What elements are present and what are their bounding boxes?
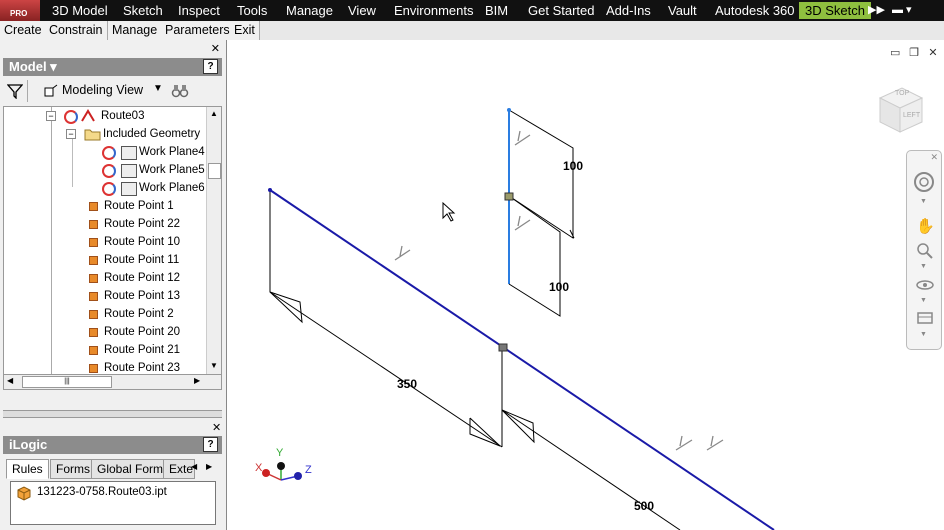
pan-hand-icon[interactable]: ✋ bbox=[916, 217, 935, 235]
dropdown-icon[interactable]: ▼ bbox=[920, 198, 927, 205]
orbit-icon[interactable] bbox=[915, 276, 935, 294]
navigation-bar: ✕ ▼ ✋ ▼ ▼ ▼ bbox=[906, 150, 942, 350]
dimension-label[interactable]: 350 bbox=[397, 377, 417, 391]
axis-z-label: Z bbox=[305, 464, 312, 476]
axis-x-label: X bbox=[255, 462, 263, 474]
dropdown-icon[interactable]: ▼ bbox=[920, 263, 927, 270]
close-navbar-icon[interactable]: ✕ bbox=[930, 152, 938, 163]
dimension-label[interactable]: 100 bbox=[549, 280, 569, 294]
dropdown-icon[interactable]: ▼ bbox=[920, 331, 927, 338]
viewcube-left-label: LEFT bbox=[903, 112, 921, 119]
zoom-icon[interactable] bbox=[915, 241, 935, 259]
close-window-icon[interactable]: ✕ bbox=[928, 48, 938, 59]
restore-icon[interactable]: ❐ bbox=[909, 48, 919, 59]
dimension-label[interactable]: 100 bbox=[563, 159, 583, 173]
viewcube-top-label: TOP bbox=[895, 90, 910, 97]
sketch-geometry bbox=[262, 108, 775, 530]
dropdown-icon[interactable]: ▼ bbox=[920, 297, 927, 304]
steering-wheel-icon[interactable] bbox=[913, 171, 935, 193]
dimension-label[interactable]: 500 bbox=[634, 499, 654, 513]
minimize-icon[interactable]: ▭ bbox=[890, 48, 900, 59]
axis-y-label: Y bbox=[276, 447, 284, 459]
look-at-icon[interactable] bbox=[915, 309, 935, 327]
